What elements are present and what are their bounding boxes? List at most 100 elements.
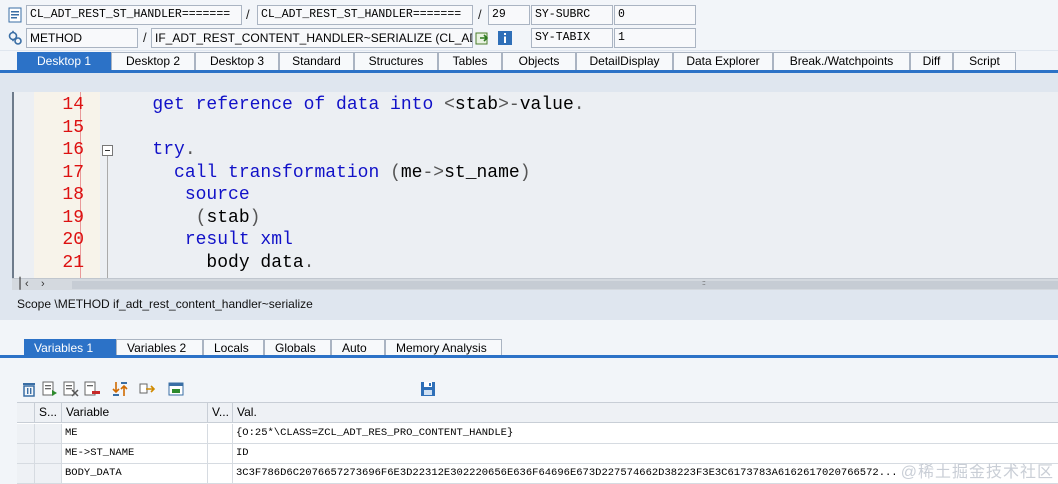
line-number-field[interactable]: 29	[488, 5, 530, 25]
code-token: >	[498, 95, 509, 115]
column-header-status[interactable]: S...	[35, 403, 62, 423]
code-line[interactable]: call transformation (me->st_name)	[120, 162, 531, 184]
code-token: ->	[422, 162, 445, 183]
method-icon	[6, 29, 24, 47]
tab-memory-analysis[interactable]: Memory Analysis	[385, 339, 502, 356]
sy-tabix-label: SY-TABIX	[531, 28, 613, 48]
code-line[interactable]: get reference of data into <stab>-value.	[120, 94, 584, 116]
layout-icon[interactable]	[167, 380, 185, 398]
tab-breakpoints[interactable]: Break./Watchpoints	[773, 52, 910, 70]
editor-horizontal-scrollbar[interactable]: ▕ ‹ › :::	[12, 278, 1058, 290]
sy-subrc-value[interactable]: 0	[614, 5, 696, 25]
tab-locals[interactable]: Locals	[203, 339, 264, 356]
variable-cell[interactable]: ME	[62, 424, 208, 444]
column-header-variable[interactable]: Variable	[62, 403, 208, 423]
separator: /	[246, 7, 250, 22]
line-number: 14	[62, 95, 84, 115]
value-cell[interactable]: {O:25*\CLASS=ZCL_ADT_RES_PRO_CONTENT_HAN…	[233, 424, 1058, 444]
tab-globals[interactable]: Globals	[264, 339, 331, 356]
row-selector[interactable]	[17, 424, 35, 444]
insert-variables-icon[interactable]	[41, 380, 59, 398]
tab-diff[interactable]: Diff	[910, 52, 953, 70]
tab-data-explorer[interactable]: Data Explorer	[673, 52, 773, 70]
keyword-token: result xml	[184, 230, 293, 250]
code-token: )	[519, 162, 531, 183]
scroll-right-icon[interactable]: ›	[41, 279, 45, 290]
v-cell	[208, 444, 233, 464]
tab-variables-1[interactable]: Variables 1	[24, 339, 116, 356]
remove-variables-icon[interactable]	[83, 380, 101, 398]
collapse-block-icon[interactable]	[102, 145, 113, 156]
line-number: 18	[62, 185, 84, 205]
scroll-thumb[interactable]	[72, 281, 1058, 289]
v-cell	[208, 424, 233, 444]
code-token: me	[400, 162, 423, 183]
keyword-token: call transformation	[174, 162, 380, 183]
variable-cell[interactable]: BODY_DATA	[62, 464, 208, 484]
sort-icon[interactable]	[111, 380, 129, 398]
row-selector[interactable]	[17, 444, 35, 464]
include-field[interactable]: CL_ADT_REST_ST_HANDLER=======	[257, 5, 473, 25]
separator: /	[143, 30, 147, 45]
line-number: 16	[62, 140, 84, 160]
code-line[interactable]: body data.	[120, 252, 314, 274]
status-cell	[35, 464, 62, 484]
debugger-header: CL_ADT_REST_ST_HANDLER======= / CL_ADT_R…	[0, 0, 1058, 50]
line-number: 20	[62, 230, 84, 250]
code-token: stab	[454, 95, 499, 115]
code-token: value	[519, 95, 574, 115]
column-header-value[interactable]: Val.	[233, 403, 1058, 423]
code-token: )	[249, 207, 261, 228]
tab-detail-display[interactable]: DetailDisplay	[576, 52, 673, 70]
row-selector-header	[17, 403, 35, 423]
tab-script[interactable]: Script	[953, 52, 1016, 70]
document-options-icon[interactable]	[62, 380, 80, 398]
keyword-token: get reference of data into	[152, 95, 434, 115]
variables-tabs: Variables 1 Variables 2 Locals Globals A…	[0, 339, 1058, 356]
scroll-left-icon[interactable]: ‹	[25, 279, 29, 290]
transfer-icon[interactable]	[138, 380, 156, 398]
save-icon[interactable]	[419, 380, 437, 398]
code-token: .	[184, 140, 196, 160]
code-line[interactable]: source	[120, 184, 250, 206]
variable-cell[interactable]: ME->ST_NAME	[62, 444, 208, 464]
program-field[interactable]: CL_ADT_REST_ST_HANDLER=======	[26, 5, 242, 25]
variables-toolbar	[20, 380, 1058, 398]
code-token: (	[390, 162, 401, 183]
tab-tables[interactable]: Tables	[438, 52, 502, 70]
status-cell	[35, 424, 62, 444]
tab-desktop-1[interactable]: Desktop 1	[17, 52, 111, 70]
code-line[interactable]: (stab)	[120, 207, 261, 229]
code-token: .	[303, 252, 315, 273]
code-line[interactable]: result xml	[120, 229, 293, 251]
separator: /	[478, 7, 482, 22]
tab-desktop-2[interactable]: Desktop 2	[111, 52, 195, 70]
tab-structures[interactable]: Structures	[354, 52, 438, 70]
tab-objects[interactable]: Objects	[502, 52, 576, 70]
display-object-icon[interactable]	[474, 29, 492, 47]
event-row: METHOD / IF_ADT_REST_CONTENT_HANDLER~SER…	[0, 27, 1058, 49]
event-type-field[interactable]: METHOD	[26, 28, 138, 48]
event-field[interactable]: IF_ADT_REST_CONTENT_HANDLER~SERIALIZE (C…	[151, 28, 473, 48]
delete-icon[interactable]	[20, 380, 38, 398]
column-header-v[interactable]: V...	[208, 403, 233, 423]
row-selector[interactable]	[17, 464, 35, 484]
line-number: 19	[62, 207, 84, 228]
tab-standard[interactable]: Standard	[279, 52, 354, 70]
scroll-marker-icon: ▕	[12, 278, 21, 290]
sy-tabix-value[interactable]: 1	[614, 28, 696, 48]
tab-desktop-3[interactable]: Desktop 3	[195, 52, 279, 70]
desktop-tabs: Desktop 1 Desktop 2 Desktop 3 Standard S…	[0, 51, 1058, 70]
info-icon[interactable]	[496, 29, 514, 47]
code-token: stab	[206, 207, 250, 228]
tab-variables-2[interactable]: Variables 2	[116, 339, 203, 356]
status-cell	[35, 444, 62, 464]
line-number: 21	[62, 252, 84, 273]
code-line[interactable]: try.	[120, 139, 196, 161]
source-editor[interactable]: 14 get reference of data into <stab>-val…	[12, 92, 1058, 278]
code-token: (	[195, 207, 207, 228]
tab-auto[interactable]: Auto	[331, 339, 385, 356]
fold-line	[107, 156, 108, 278]
